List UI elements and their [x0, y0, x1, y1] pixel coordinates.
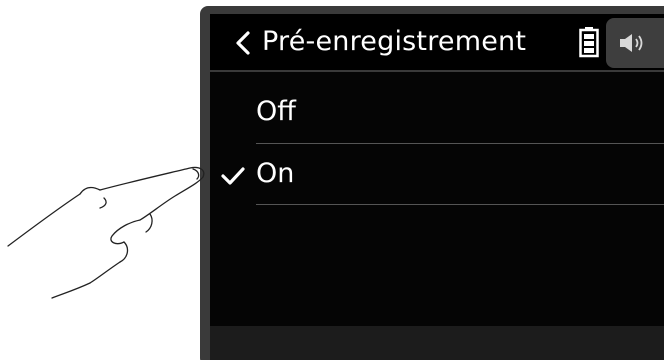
option-on-label: On	[256, 158, 295, 189]
option-off[interactable]: Off	[210, 84, 664, 142]
bottom-bar	[210, 326, 664, 360]
item-divider	[256, 204, 664, 205]
header-divider	[210, 70, 664, 72]
battery-icon	[579, 27, 599, 58]
page-title: Pré-enregistrement	[262, 26, 527, 57]
speaker-button[interactable]	[606, 18, 664, 68]
speaker-icon	[620, 34, 643, 52]
item-divider	[256, 143, 664, 144]
option-off-label: Off	[256, 96, 296, 127]
option-on[interactable]: On	[210, 146, 664, 204]
pointing-hand-illustration	[7, 166, 205, 299]
chevron-left-icon[interactable]	[232, 28, 254, 58]
header-bar: Pré-enregistrement	[210, 14, 664, 70]
page: Pré-enregistrement Off On	[0, 0, 664, 360]
checkmark-icon	[221, 167, 245, 185]
device-screen: Pré-enregistrement Off On	[210, 14, 664, 360]
